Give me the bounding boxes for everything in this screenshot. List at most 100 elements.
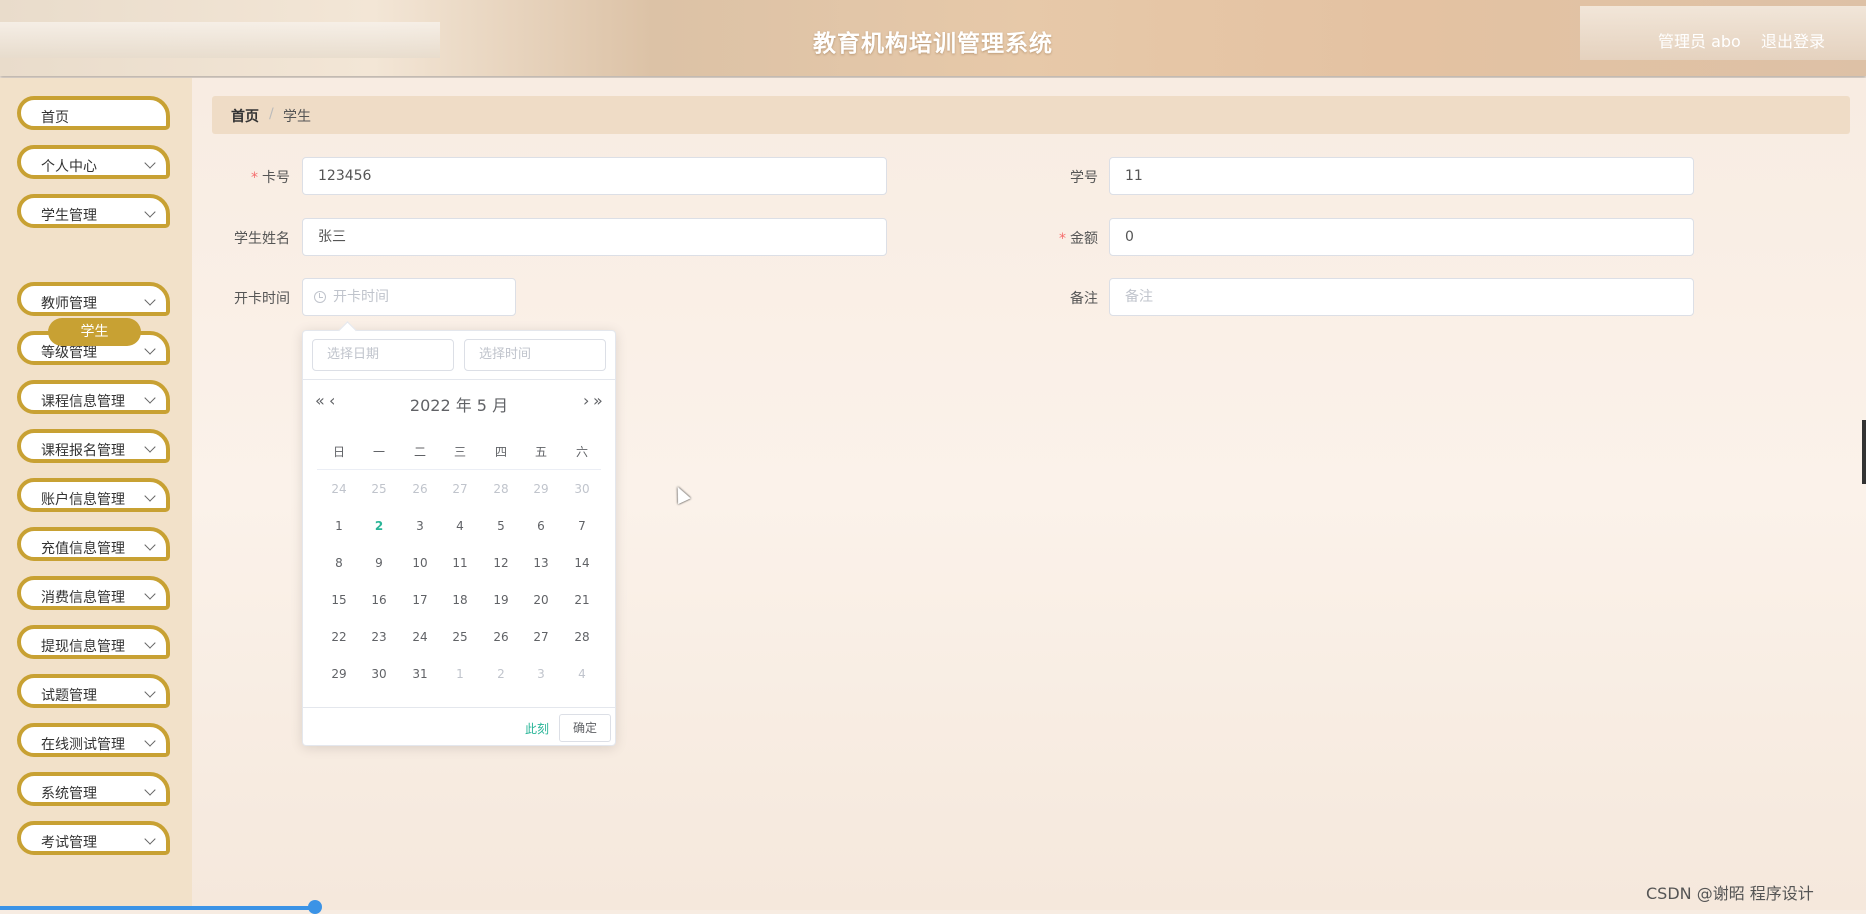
- sidebar-item-label: 账户信息管理: [41, 492, 125, 508]
- sidebar-item[interactable]: 学生管理: [17, 194, 170, 228]
- progress-handle[interactable]: [308, 900, 322, 914]
- confirm-button[interactable]: 确定: [559, 714, 611, 742]
- calendar-day[interactable]: 9: [359, 556, 399, 570]
- sidebar-item[interactable]: 个人中心: [17, 145, 170, 179]
- calendar-day[interactable]: 18: [440, 593, 480, 607]
- calendar-day[interactable]: 3: [400, 519, 440, 533]
- calendar-day[interactable]: 25: [359, 482, 399, 496]
- calendar-day[interactable]: 4: [562, 667, 602, 681]
- weekday-label: 日: [332, 445, 345, 459]
- calendar-day[interactable]: 1: [440, 667, 480, 681]
- sidebar: 首页 个人中心 学生管理 教师管理 等级管理 课程信息管理 课程报名管理 账户信息管理 充值信息…: [0, 78, 192, 910]
- calendar-day[interactable]: 1: [319, 519, 359, 533]
- calendar-day[interactable]: 2: [481, 667, 521, 681]
- logout-link[interactable]: 退出登录: [1761, 28, 1825, 52]
- picker-time-input[interactable]: 选择时间: [464, 339, 606, 371]
- calendar-day[interactable]: 12: [481, 556, 521, 570]
- datetime-picker: 选择日期 选择时间 « ‹ 2022 年 5 月 › » 日一二三四五六 24 2…: [302, 321, 616, 746]
- next-year-icon[interactable]: »: [593, 391, 603, 410]
- amount-label: * 金额: [1059, 231, 1098, 247]
- sidebar-item-label: 课程报名管理: [41, 443, 125, 459]
- calendar-day[interactable]: 8: [319, 556, 359, 570]
- calendar-day[interactable]: 26: [481, 630, 521, 644]
- calendar-day[interactable]: 27: [440, 482, 480, 496]
- required-mark: *: [251, 170, 258, 186]
- calendar-day[interactable]: 28: [481, 482, 521, 496]
- calendar-day[interactable]: 17: [400, 593, 440, 607]
- calendar-day[interactable]: 25: [440, 630, 480, 644]
- calendar-day[interactable]: 7: [562, 519, 602, 533]
- open-time-label: 开卡时间: [234, 291, 290, 307]
- calendar-day[interactable]: 27: [521, 630, 561, 644]
- sidebar-item-label: 消费信息管理: [41, 590, 125, 606]
- clock-icon: [314, 291, 326, 303]
- calendar-day[interactable]: 22: [319, 630, 359, 644]
- calendar-day[interactable]: 3: [521, 667, 561, 681]
- amount-input[interactable]: 0: [1109, 218, 1694, 256]
- now-button[interactable]: 此刻: [525, 720, 549, 737]
- sidebar-item-label: 充值信息管理: [41, 541, 125, 557]
- calendar-day[interactable]: 16: [359, 593, 399, 607]
- calendar-day[interactable]: 30: [359, 667, 399, 681]
- sidebar-item[interactable]: 试题管理: [17, 674, 170, 708]
- sidebar-item[interactable]: 考试管理: [17, 821, 170, 855]
- picker-footer-divider: [303, 707, 615, 708]
- weekday-label: 一: [372, 445, 385, 459]
- calendar-day[interactable]: 30: [562, 482, 602, 496]
- chevron-down-icon: [144, 392, 156, 404]
- sidebar-item-label: 提现信息管理: [41, 639, 125, 655]
- calendar-day[interactable]: 4: [440, 519, 480, 533]
- admin-label: 管理员 abo: [1658, 32, 1741, 51]
- calendar-day[interactable]: 23: [359, 630, 399, 644]
- breadcrumb-separator: /: [269, 106, 274, 122]
- picker-divider: [303, 379, 615, 380]
- card-no-input[interactable]: 123456: [302, 157, 887, 195]
- calendar-day[interactable]: 29: [521, 482, 561, 496]
- chevron-down-icon: [144, 686, 156, 698]
- calendar-day[interactable]: 6: [521, 519, 561, 533]
- calendar-day[interactable]: 19: [481, 593, 521, 607]
- calendar-day[interactable]: 21: [562, 593, 602, 607]
- chevron-down-icon: [144, 206, 156, 218]
- calendar-day-today[interactable]: 2: [359, 519, 399, 533]
- sidebar-item[interactable]: 系统管理: [17, 772, 170, 806]
- app-title: 教育机构培训管理系统: [813, 31, 1053, 57]
- sidebar-item[interactable]: 课程信息管理: [17, 380, 170, 414]
- student-id-label: 学号: [1070, 170, 1098, 186]
- sidebar-item[interactable]: 提现信息管理: [17, 625, 170, 659]
- sidebar-item[interactable]: 首页: [17, 96, 170, 130]
- sidebar-item[interactable]: 在线测试管理: [17, 723, 170, 757]
- sidebar-item[interactable]: 教师管理: [17, 282, 170, 316]
- student-id-input[interactable]: 11: [1109, 157, 1694, 195]
- open-time-input[interactable]: 开卡时间: [302, 278, 516, 316]
- sidebar-item[interactable]: 消费信息管理: [17, 576, 170, 610]
- calendar-day[interactable]: 13: [521, 556, 561, 570]
- calendar-day[interactable]: 15: [319, 593, 359, 607]
- calendar-day[interactable]: 26: [400, 482, 440, 496]
- student-name-input[interactable]: 张三: [302, 218, 887, 256]
- watermark: CSDN @谢昭 程序设计: [1646, 884, 1814, 903]
- calendar-day[interactable]: 24: [400, 630, 440, 644]
- sidebar-item[interactable]: 课程报名管理: [17, 429, 170, 463]
- sidebar-item[interactable]: 账户信息管理: [17, 478, 170, 512]
- card-no-label: * 卡号: [251, 170, 290, 186]
- calendar-day[interactable]: 20: [521, 593, 561, 607]
- student-name-label: 学生姓名: [234, 231, 290, 247]
- weekday-label: 二: [413, 445, 426, 459]
- picker-year-month[interactable]: 2022 年 5 月: [303, 392, 615, 416]
- calendar-day[interactable]: 10: [400, 556, 440, 570]
- calendar-day[interactable]: 14: [562, 556, 602, 570]
- breadcrumb-home[interactable]: 首页: [231, 106, 259, 126]
- picker-date-input[interactable]: 选择日期: [312, 339, 454, 371]
- sidebar-subitem-student[interactable]: 学生: [48, 318, 141, 346]
- remark-input[interactable]: 备注: [1109, 278, 1694, 316]
- calendar-day[interactable]: 29: [319, 667, 359, 681]
- calendar-day[interactable]: 11: [440, 556, 480, 570]
- calendar-day[interactable]: 24: [319, 482, 359, 496]
- calendar-day[interactable]: 31: [400, 667, 440, 681]
- calendar-day[interactable]: 28: [562, 630, 602, 644]
- calendar-day[interactable]: 5: [481, 519, 521, 533]
- next-month-icon[interactable]: ›: [583, 391, 589, 410]
- sidebar-item[interactable]: 充值信息管理: [17, 527, 170, 561]
- sidebar-item-label: 在线测试管理: [41, 737, 125, 753]
